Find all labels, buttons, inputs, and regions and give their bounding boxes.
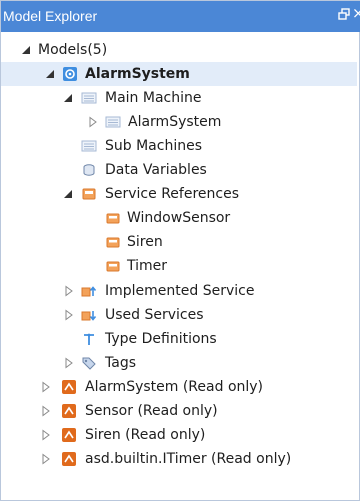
pin-icon[interactable]	[337, 7, 351, 23]
collapsed-arrow-icon[interactable]	[40, 405, 52, 417]
tree-item-label: Type Definitions	[105, 331, 217, 347]
state-machine-icon	[105, 114, 121, 130]
tree-item-label: AlarmSystem (Read only)	[85, 379, 264, 395]
collapsed-arrow-icon[interactable]	[40, 453, 52, 465]
tree-item-data-variables[interactable]: Data Variables	[1, 158, 357, 182]
used-services-icon	[81, 307, 97, 323]
title-bar: Model Explorer ×	[1, 1, 360, 32]
tree-item-timer[interactable]: Timer	[1, 254, 357, 278]
collapsed-arrow-icon[interactable]	[40, 429, 52, 441]
data-variables-icon	[81, 162, 97, 178]
tree-item-label: Implemented Service	[105, 283, 255, 299]
expanded-arrow-icon[interactable]	[63, 92, 75, 104]
tree-item-main-alarmsystem[interactable]: AlarmSystem	[1, 110, 357, 134]
tree-item-label: Tags	[105, 355, 136, 371]
collapsed-arrow-icon[interactable]	[87, 116, 99, 128]
collapsed-arrow-icon[interactable]	[40, 381, 52, 393]
machine-icon	[81, 138, 97, 154]
tree-item-service-references[interactable]: Service References	[1, 182, 357, 206]
expanded-arrow-icon[interactable]	[45, 68, 57, 80]
read-only-model-icon	[61, 379, 77, 395]
close-icon[interactable]: ×	[352, 5, 360, 21]
collapsed-arrow-icon[interactable]	[63, 357, 75, 369]
tree-item-sub-machines[interactable]: Sub Machines	[1, 134, 357, 158]
expanded-arrow-icon[interactable]	[21, 44, 33, 56]
service-reference-icon	[105, 210, 121, 226]
tree-item-label: Models(5)	[38, 42, 108, 58]
tree-item-model-itimer[interactable]: asd.builtin.ITimer (Read only)	[1, 447, 357, 471]
tag-icon	[81, 355, 97, 371]
tree-item-tags[interactable]: Tags	[1, 351, 357, 375]
tree-item-label: Data Variables	[105, 162, 207, 178]
tree-item-models[interactable]: Models(5)	[1, 38, 357, 62]
tree-item-model-siren[interactable]: Siren (Read only)	[1, 423, 357, 447]
tree-item-label: Siren (Read only)	[85, 427, 206, 443]
implemented-service-icon	[81, 283, 97, 299]
tree-item-label: Used Services	[105, 307, 204, 323]
type-definitions-icon	[81, 331, 97, 347]
tree-item-label: AlarmSystem	[85, 66, 190, 82]
tree-item-window-sensor[interactable]: WindowSensor	[1, 206, 357, 230]
tree-item-model-sensor[interactable]: Sensor (Read only)	[1, 399, 357, 423]
read-only-model-icon	[61, 403, 77, 419]
tree-item-label: Service References	[105, 186, 239, 202]
expanded-arrow-icon[interactable]	[63, 188, 75, 200]
tree-item-label: Siren	[127, 234, 163, 250]
collapsed-arrow-icon[interactable]	[63, 285, 75, 297]
tree-item-label: asd.builtin.ITimer (Read only)	[85, 451, 292, 467]
tree-item-label: AlarmSystem	[128, 114, 222, 130]
tree-item-label: Sub Machines	[105, 138, 202, 154]
model-icon	[62, 66, 78, 82]
tree-item-label: Sensor (Read only)	[85, 403, 218, 419]
panel-title: Model Explorer	[3, 8, 98, 24]
tree-item-siren[interactable]: Siren	[1, 230, 357, 254]
read-only-model-icon	[61, 427, 77, 443]
service-references-icon	[81, 186, 97, 202]
service-reference-icon	[105, 258, 121, 274]
model-explorer-panel: Model Explorer × Models(5) AlarmSystem M…	[0, 0, 360, 501]
collapsed-arrow-icon[interactable]	[63, 309, 75, 321]
tree-item-type-definitions[interactable]: Type Definitions	[1, 327, 357, 351]
tree-item-model-alarmsystem[interactable]: AlarmSystem (Read only)	[1, 375, 357, 399]
tree-item-label: Timer	[127, 258, 168, 274]
read-only-model-icon	[61, 451, 77, 467]
service-reference-icon	[105, 234, 121, 250]
tree-item-label: Main Machine	[105, 90, 202, 106]
tree-item-implemented-service[interactable]: Implemented Service	[1, 279, 357, 303]
tree-item-main-machine[interactable]: Main Machine	[1, 86, 357, 110]
tree-item-used-services[interactable]: Used Services	[1, 303, 357, 327]
tree-item-label: WindowSensor	[127, 210, 231, 226]
machine-icon	[81, 90, 97, 106]
tree-item-alarmsystem[interactable]: AlarmSystem	[1, 62, 357, 86]
